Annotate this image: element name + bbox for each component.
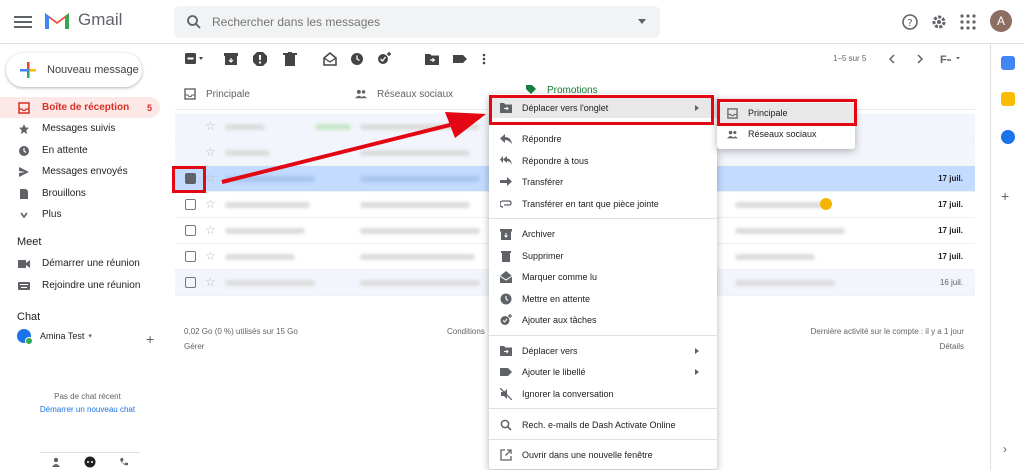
annotation-arrow-icon [221,112,486,184]
